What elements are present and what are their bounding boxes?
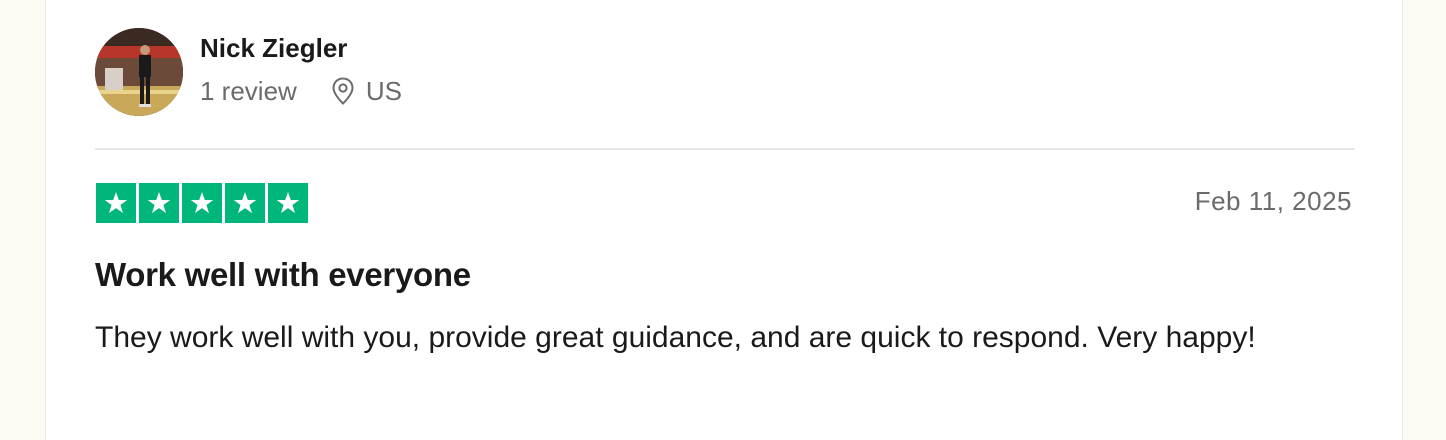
review-title[interactable]: Work well with everyone <box>95 256 471 294</box>
review-card: Nick Ziegler 1 review US Feb 11, 2025 Wo… <box>45 0 1403 440</box>
star-icon <box>139 183 179 223</box>
reviewer-meta: 1 review US <box>200 76 402 106</box>
review-count: 1 review <box>200 75 297 106</box>
star-icon <box>225 183 265 223</box>
reviewer-avatar[interactable] <box>95 28 183 116</box>
reviewer-name[interactable]: Nick Ziegler <box>200 33 402 63</box>
avatar-photo-icon <box>95 28 183 116</box>
reviewer-location: US <box>365 75 402 106</box>
star-icon <box>96 183 136 223</box>
divider <box>95 148 1355 150</box>
star-icon <box>268 183 308 223</box>
reviewer-header: Nick Ziegler 1 review US <box>95 28 402 116</box>
reviewer-info: Nick Ziegler 1 review US <box>200 33 402 106</box>
location-pin-icon <box>332 76 354 105</box>
star-rating <box>96 183 308 223</box>
review-body: They work well with you, provide great g… <box>95 321 1256 354</box>
review-date: Feb 11, 2025 <box>1194 186 1352 216</box>
star-icon <box>182 183 222 223</box>
